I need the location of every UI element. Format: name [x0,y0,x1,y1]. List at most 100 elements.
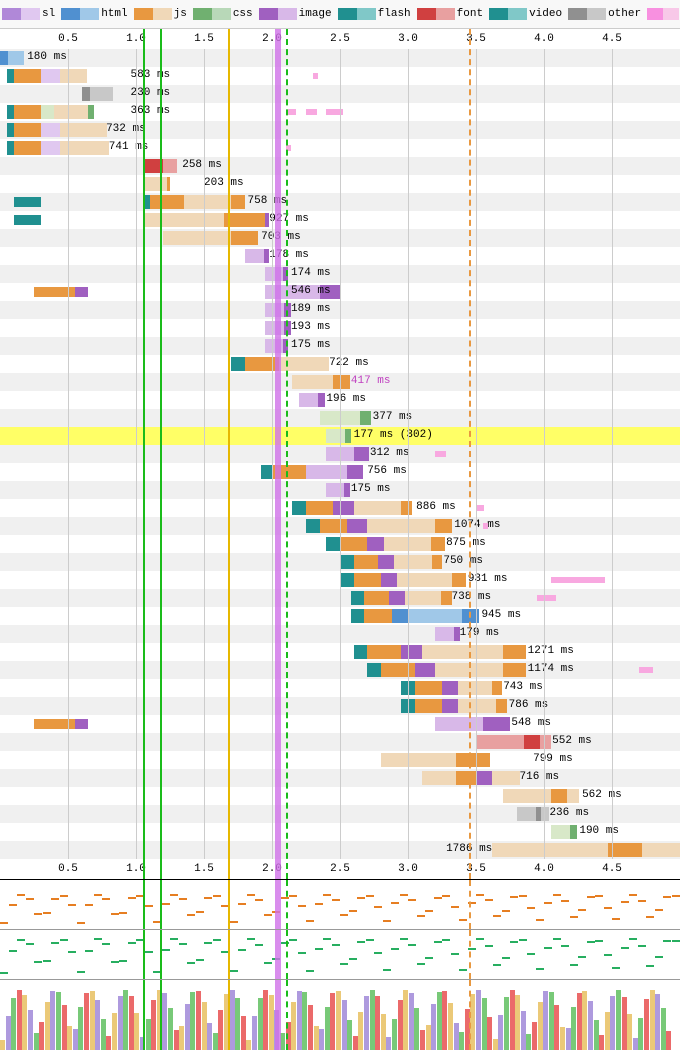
bar-segment [41,141,60,155]
bar-segment [41,69,60,83]
bar-segment [7,105,14,119]
timing-label: 552 ms [552,735,592,747]
bar-segment [0,51,8,65]
bar-segment [7,141,14,155]
bar-segment [496,699,507,713]
bar-segment [381,753,456,767]
bar-segment [318,393,325,407]
axis-tick: 2.5 [330,33,350,45]
legend-image: image [259,2,336,26]
bar-segment [483,717,510,731]
bar-segment [14,141,41,155]
timing-label: 174 ms [291,267,331,279]
timing-label: 546 ms [291,285,331,297]
bar-segment [397,573,451,587]
gridline [476,49,477,859]
bar-segment [7,69,14,83]
bottom-panels [0,879,680,1050]
bar-segment [163,231,231,245]
bar-segment [432,555,442,569]
timing-label: 236 ms [549,807,589,819]
axis-tick: 2.5 [330,863,350,875]
bar-segment [551,789,567,803]
js-exec-tick [435,451,446,457]
bar-segment [14,123,41,137]
bar-segment [14,215,41,225]
js-exec-tick [476,505,484,511]
bar-segment [360,411,371,425]
bar-segment [422,771,456,785]
vertical-marker [228,29,230,879]
bar-segment [143,177,167,191]
bar-segment [381,573,397,587]
timing-label: 1074 ms [454,519,500,531]
bar-segment [299,393,318,407]
timing-label: 743 ms [503,681,543,693]
legend-video: video [489,2,566,26]
cpu-panel [0,880,680,930]
bar-segment [456,753,490,767]
legend-css: css [193,2,257,26]
timing-label: 175 ms [351,483,391,495]
bar-segment [415,699,442,713]
timing-label: 377 ms [373,411,413,423]
timing-label: 738 ms [452,591,492,603]
bar-segment [347,519,367,533]
bar-segment [394,555,432,569]
bar-segment [167,177,170,191]
bar-segment [476,735,524,749]
js-exec-tick [537,595,556,601]
timing-label: 193 ms [291,321,331,333]
bar-segment [354,501,402,515]
bar-segment [389,591,405,605]
bar-segment [292,501,306,515]
bar-segment [306,501,333,515]
bar-segment [88,105,93,119]
bar-segment [340,573,354,587]
bar-segment [292,375,333,389]
timing-label: 799 ms [533,753,573,765]
legend-sl: sl [2,2,59,26]
bar-segment [75,287,89,297]
bar-segment [408,609,462,623]
bar-segment [60,69,87,83]
bar-segment [14,197,41,207]
bar-segment [354,447,369,461]
bar-segment [14,69,41,83]
axis-tick: 3.0 [398,33,418,45]
bar-segment [431,537,445,551]
timing-label: 945 ms [481,609,521,621]
axis-tick: 1.5 [194,33,214,45]
bar-segment [354,573,381,587]
gridline [544,49,545,859]
bar-segment [570,825,577,839]
legend-html: html [61,2,131,26]
bar-segment [150,195,184,209]
bar-segment [415,681,442,695]
bar-segment [405,591,440,605]
bar-segment [7,123,14,137]
bar-segment [367,537,383,551]
bar-segment [245,249,264,263]
bar-segment [351,591,365,605]
timing-label: 189 ms [291,303,331,315]
gridline [612,49,613,859]
bar-segment [367,645,401,659]
timing-label: 203 ms [204,177,244,189]
bar-segment [381,663,415,677]
bar-segment [354,555,378,569]
bar-segment [642,843,680,857]
timing-label: 196 ms [326,393,366,405]
timing-label: 758 ms [248,195,288,207]
bar-segment [401,501,412,515]
waterfall-chart: 0.51.01.52.02.53.03.54.04.5 180 ms583 ms… [0,29,680,879]
bar-segment [333,375,349,389]
bar-segment [306,519,320,533]
bar-segment [517,807,536,821]
vertical-marker [286,29,288,879]
timing-label: 703 ms [261,231,301,243]
bar-segment [442,699,458,713]
timing-label: 179 ms [460,627,500,639]
bar-segment [364,591,388,605]
bar-segment [435,519,451,533]
